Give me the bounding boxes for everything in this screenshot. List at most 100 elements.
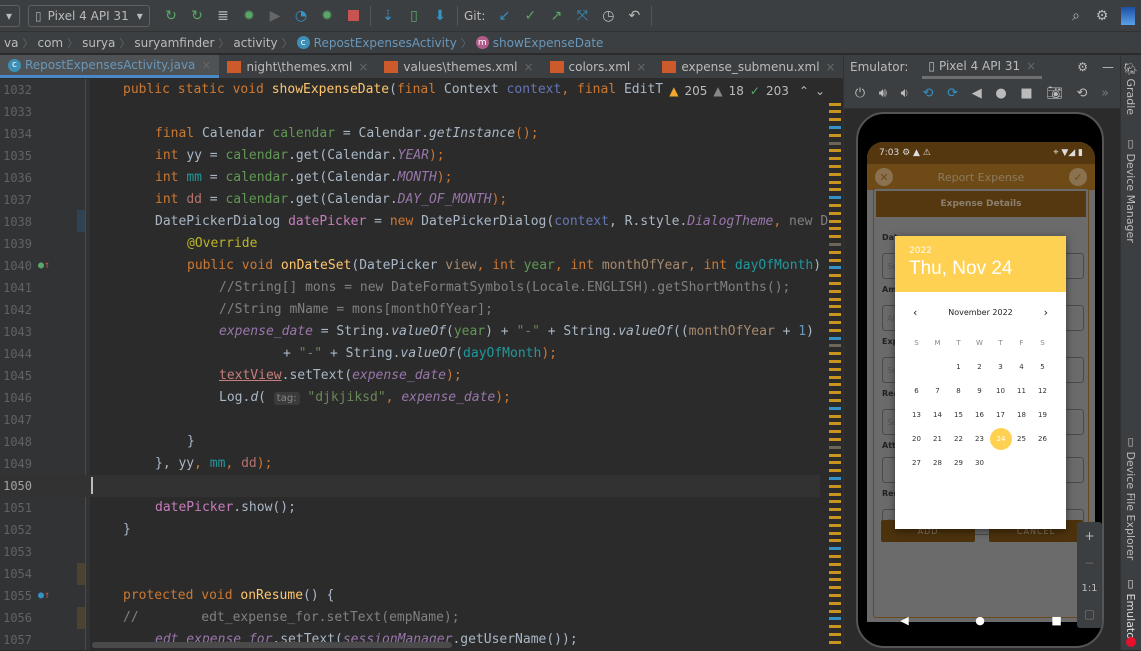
stripe-marker[interactable]	[829, 243, 841, 246]
attach-debugger-icon[interactable]: ▶	[262, 5, 288, 27]
stripe-marker[interactable]	[829, 641, 841, 644]
stripe-marker[interactable]	[829, 165, 841, 168]
sdk-manager-icon[interactable]: ⬇	[427, 5, 453, 27]
stripe-marker[interactable]	[829, 391, 841, 394]
day-cell[interactable]: 1	[948, 356, 969, 378]
day-cell[interactable]: 13	[906, 404, 927, 426]
stripe-marker[interactable]	[829, 251, 841, 254]
stripe-marker[interactable]	[829, 430, 841, 433]
day-cell[interactable]: 17	[990, 404, 1011, 426]
emulator-device-tab[interactable]: ▯ Pixel 4 API 31 ×	[922, 55, 1043, 79]
stripe-marker[interactable]	[829, 625, 841, 628]
stripe-marker[interactable]	[829, 329, 841, 332]
tool-window-emulator[interactable]: ▯ Emulator	[1124, 577, 1137, 644]
day-cell[interactable]: 8	[948, 380, 969, 402]
volume-down-icon[interactable]: 🔉︎	[901, 86, 909, 101]
breadcrumb-item[interactable]: com	[33, 36, 67, 50]
stripe-marker[interactable]	[829, 399, 841, 402]
day-cell[interactable]: 20	[906, 428, 927, 450]
search-icon[interactable]: ⌕	[1063, 5, 1089, 27]
close-icon[interactable]: ×	[358, 60, 368, 74]
day-cell[interactable]: 30	[969, 452, 990, 474]
stripe-marker[interactable]	[829, 235, 841, 238]
stripe-marker[interactable]	[829, 259, 841, 262]
stripe-marker[interactable]	[829, 516, 841, 519]
git-rollback-icon[interactable]: ↶	[621, 5, 647, 27]
breadcrumb-item[interactable]: va	[0, 36, 22, 50]
close-icon[interactable]: ×	[1026, 59, 1036, 73]
zoom-out-button[interactable]: −	[1084, 556, 1094, 570]
stripe-marker[interactable]	[829, 321, 841, 324]
stripe-marker[interactable]	[829, 461, 841, 464]
stripe-marker[interactable]	[829, 610, 841, 613]
close-icon[interactable]: ×	[523, 60, 533, 74]
chevron-left-icon[interactable]: ‹	[913, 306, 917, 319]
close-icon[interactable]: ×	[636, 60, 646, 74]
stripe-marker[interactable]	[829, 555, 841, 558]
stripe-marker[interactable]	[829, 344, 841, 347]
stripe-marker[interactable]	[829, 149, 841, 152]
stripe-marker[interactable]	[829, 298, 841, 301]
day-cell[interactable]: 7	[927, 380, 948, 402]
stripe-marker[interactable]	[829, 469, 841, 472]
gear-icon[interactable]: ⚙	[1077, 60, 1088, 74]
stripe-marker[interactable]	[829, 368, 841, 371]
next-highlight-icon[interactable]: ⌄	[815, 84, 825, 98]
day-cell[interactable]: 26	[1032, 428, 1053, 450]
config-dropdown[interactable]: ▾	[0, 4, 20, 27]
day-cell[interactable]: 28	[927, 452, 948, 474]
stripe-marker[interactable]	[829, 220, 841, 223]
horizontal-scrollbar[interactable]	[92, 642, 452, 648]
day-cell[interactable]: 9	[969, 380, 990, 402]
more-icon[interactable]: »	[1101, 86, 1109, 101]
zoom-actual-size-button[interactable]: 1:1	[1081, 583, 1097, 594]
git-history-icon[interactable]: ◷	[595, 5, 621, 27]
avatar[interactable]	[1115, 5, 1141, 27]
snapshot-icon[interactable]: ⟲	[1077, 86, 1088, 101]
stripe-marker[interactable]	[829, 181, 841, 184]
stripe-marker[interactable]	[829, 633, 841, 636]
error-stripe[interactable]	[827, 103, 842, 650]
day-cell[interactable]: 19	[1032, 404, 1053, 426]
stripe-marker[interactable]	[829, 422, 841, 425]
home-icon[interactable]: ●	[995, 86, 1006, 101]
stripe-marker[interactable]	[829, 337, 841, 340]
git-update-icon[interactable]: ↙	[491, 5, 517, 27]
tool-window-gradle[interactable]: 🐘︎ Gradle	[1124, 61, 1137, 115]
day-cell[interactable]: 5	[1032, 356, 1053, 378]
inspection-widget[interactable]: ▲ 205 ▲ 18 ✓ 203 ⌃ ⌄	[669, 84, 825, 98]
breadcrumb-item[interactable]: suryamfinder	[130, 36, 218, 50]
stripe-marker[interactable]	[829, 617, 841, 620]
day-cell[interactable]: 14	[927, 404, 948, 426]
stripe-marker[interactable]	[829, 305, 841, 308]
stripe-marker[interactable]	[829, 173, 841, 176]
day-cell[interactable]: 16	[969, 404, 990, 426]
git-commit-icon[interactable]: ✓	[517, 5, 543, 27]
stripe-marker[interactable]	[829, 446, 841, 449]
volume-up-icon[interactable]: 🔊︎	[879, 86, 887, 101]
day-cell[interactable]: 27	[906, 452, 927, 474]
close-icon[interactable]: ×	[201, 58, 211, 72]
day-cell[interactable]: 29	[948, 452, 969, 474]
implements-gutter-icon[interactable]: ●↑	[38, 260, 50, 271]
tool-window-device-file-explorer[interactable]: ▯ Device File Explorer	[1124, 435, 1137, 560]
stripe-marker[interactable]	[829, 188, 841, 191]
year-label[interactable]: 2022	[909, 246, 1052, 256]
stripe-marker[interactable]	[829, 571, 841, 574]
stop-icon[interactable]	[340, 5, 366, 27]
breadcrumb-method[interactable]: m showExpenseDate	[472, 36, 608, 50]
minimize-icon[interactable]: —	[1102, 60, 1114, 74]
stripe-marker[interactable]	[829, 142, 841, 145]
stripe-marker[interactable]	[829, 485, 841, 488]
stripe-marker[interactable]	[829, 134, 841, 137]
stripe-marker[interactable]	[829, 454, 841, 457]
stripe-marker[interactable]	[829, 493, 841, 496]
code-editor[interactable]: 1032 1033 1034 1035 1036 1037 1038 1039 1040 1041…	[0, 79, 843, 650]
day-cell[interactable]: 11	[1011, 380, 1032, 402]
device-selector[interactable]: ▯ Pixel 4 API 31 ▾	[28, 4, 150, 27]
debug-attach-icon[interactable]: ✹	[314, 5, 340, 27]
overview-icon[interactable]: ■	[1051, 614, 1061, 627]
stripe-marker[interactable]	[829, 266, 841, 269]
day-cell[interactable]: 23	[969, 428, 990, 450]
stripe-marker[interactable]	[829, 204, 841, 207]
